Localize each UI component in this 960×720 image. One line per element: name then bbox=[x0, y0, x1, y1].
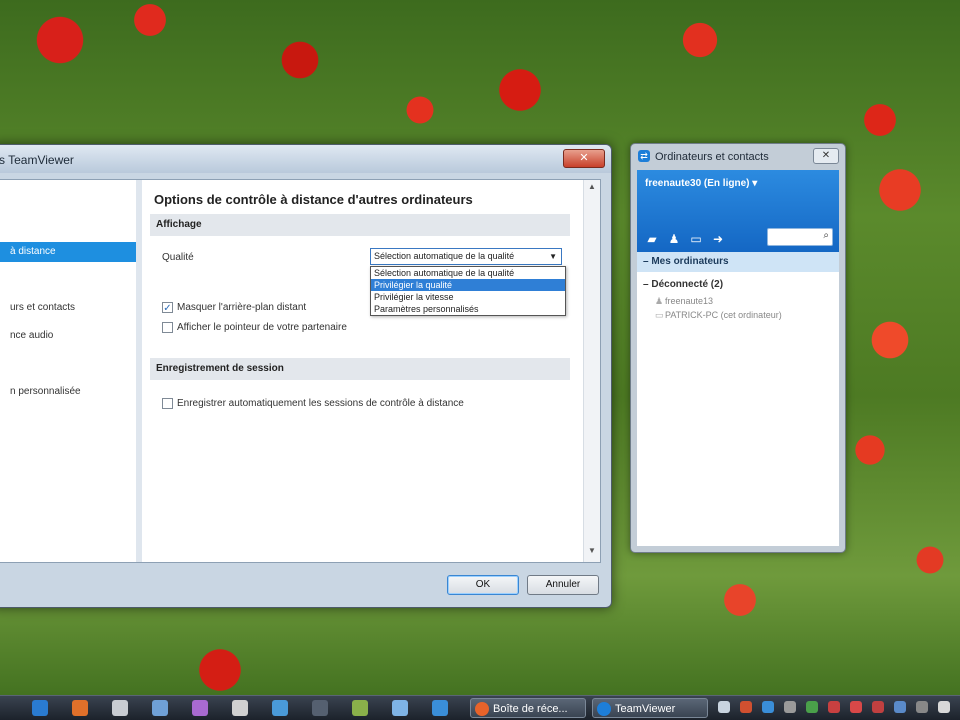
quality-select-value: Sélection automatique de la qualité bbox=[374, 251, 515, 261]
connect-arrow-icon[interactable]: ➜ bbox=[711, 232, 725, 246]
show-pointer-checkbox[interactable] bbox=[162, 322, 173, 333]
taskbar-task-label: TeamViewer bbox=[615, 703, 676, 715]
options-window: s TeamViewer ✕ à distance urs et contact… bbox=[0, 144, 612, 608]
window-titlebar[interactable]: s TeamViewer ✕ bbox=[0, 145, 611, 173]
nav-item-computers-contacts[interactable]: urs et contacts bbox=[0, 298, 136, 318]
close-icon[interactable]: ✕ bbox=[563, 149, 605, 168]
tray-icon[interactable] bbox=[850, 701, 862, 713]
app-icon[interactable] bbox=[392, 700, 408, 716]
mail-app-icon bbox=[475, 702, 489, 716]
cancel-button[interactable]: Annuler bbox=[527, 575, 599, 595]
quality-option-quality[interactable]: Privilégier la qualité bbox=[371, 279, 565, 291]
panel-close-icon[interactable]: ✕ bbox=[813, 148, 839, 164]
app-icon[interactable] bbox=[272, 700, 288, 716]
taskbar-task-mail[interactable]: Boîte de réce... bbox=[470, 698, 586, 718]
app-icon[interactable] bbox=[312, 700, 328, 716]
my-computers-header[interactable]: – Mes ordinateurs bbox=[637, 252, 839, 272]
hide-wallpaper-row[interactable]: ✓ Masquer l'arrière-plan distant bbox=[162, 302, 307, 314]
hide-wallpaper-checkbox[interactable]: ✓ bbox=[162, 302, 173, 314]
add-group-icon[interactable]: ▰ bbox=[645, 232, 659, 246]
page-title: Options de contrôle à distance d'autres … bbox=[154, 192, 473, 207]
tray-icon[interactable] bbox=[916, 701, 928, 713]
window-body: à distance urs et contacts nce audio n p… bbox=[0, 179, 601, 563]
add-computer-icon[interactable]: ▭ bbox=[689, 232, 703, 246]
auto-record-checkbox[interactable] bbox=[162, 398, 173, 409]
tray-icon[interactable] bbox=[828, 701, 840, 713]
tray-icon[interactable] bbox=[872, 701, 884, 713]
computer-icon: ▭ bbox=[655, 310, 664, 320]
window-title: s TeamViewer bbox=[0, 153, 74, 167]
tray-icon[interactable] bbox=[894, 701, 906, 713]
content-scrollbar[interactable]: ▲ ▼ bbox=[583, 180, 600, 562]
tray-icon[interactable] bbox=[784, 701, 796, 713]
taskbar-task-teamviewer[interactable]: TeamViewer bbox=[592, 698, 708, 718]
panel-toolbar: ▰ ♟ ▭ ➜ ⌕ bbox=[637, 222, 839, 252]
ok-button[interactable]: OK bbox=[447, 575, 519, 595]
quality-option-speed[interactable]: Privilégier la vitesse bbox=[371, 291, 565, 303]
options-content: Options de contrôle à distance d'autres … bbox=[144, 180, 600, 562]
auto-record-row[interactable]: Enregistrer automatiquement les sessions… bbox=[162, 398, 464, 409]
quality-dropdown-list: Sélection automatique de la qualité Priv… bbox=[370, 266, 566, 316]
contacts-panel: ⇄ Ordinateurs et contacts ✕ freenaute30 … bbox=[630, 143, 846, 553]
quality-option-custom[interactable]: Paramètres personnalisés bbox=[371, 303, 565, 315]
app-icon[interactable] bbox=[192, 700, 208, 716]
tray-icon[interactable] bbox=[762, 701, 774, 713]
scroll-down-icon[interactable]: ▼ bbox=[584, 546, 600, 560]
explorer-icon[interactable] bbox=[152, 700, 168, 716]
panel-title: Ordinateurs et contacts bbox=[655, 151, 769, 163]
hide-wallpaper-label: Masquer l'arrière-plan distant bbox=[177, 302, 307, 313]
tray-icon[interactable] bbox=[740, 701, 752, 713]
auto-record-label: Enregistrer automatiquement les sessions… bbox=[177, 398, 464, 409]
teamviewer-logo-icon: ⇄ bbox=[638, 150, 650, 162]
nav-item-audio-conference[interactable]: nce audio bbox=[0, 326, 136, 346]
offline-group-label: Déconnecté (2) bbox=[651, 279, 724, 290]
show-pointer-label: Afficher le pointeur de votre partenaire bbox=[177, 322, 347, 333]
panel-titlebar[interactable]: ⇄ Ordinateurs et contacts ✕ bbox=[631, 144, 845, 168]
scroll-up-icon[interactable]: ▲ bbox=[584, 182, 600, 196]
user-status-menu[interactable]: freenaute30 (En ligne) ▾ bbox=[645, 178, 757, 189]
contact-label: freenaute13 bbox=[665, 296, 714, 306]
chevron-down-icon[interactable]: ▼ bbox=[549, 249, 557, 264]
display-section-header: Affichage bbox=[150, 214, 570, 236]
nav-item-remote-control[interactable]: à distance bbox=[0, 242, 136, 262]
nav-item-custom-invitation[interactable]: n personnalisée bbox=[0, 382, 136, 402]
taskbar-task-label: Boîte de réce... bbox=[493, 703, 568, 715]
panel-header: freenaute30 (En ligne) ▾ ▰ ♟ ▭ ➜ ⌕ bbox=[637, 170, 839, 252]
offline-group: – Déconnecté (2) ♟ freenaute13 ▭ PATRICK-P… bbox=[637, 276, 839, 322]
teamviewer-app-icon bbox=[597, 702, 611, 716]
search-icon[interactable]: ⌕ bbox=[823, 230, 829, 241]
quality-option-auto[interactable]: Sélection automatique de la qualité bbox=[371, 267, 565, 279]
ie-icon[interactable] bbox=[32, 700, 48, 716]
app-icon[interactable] bbox=[432, 700, 448, 716]
quality-select[interactable]: Sélection automatique de la qualité ▼ bbox=[370, 248, 562, 265]
tray-icon[interactable] bbox=[938, 701, 950, 713]
options-nav: à distance urs et contacts nce audio n p… bbox=[0, 180, 136, 562]
firefox-icon[interactable] bbox=[72, 700, 88, 716]
contact-item[interactable]: ♟ freenaute13 bbox=[643, 294, 839, 308]
tray-icon[interactable] bbox=[806, 701, 818, 713]
document-icon[interactable] bbox=[112, 700, 128, 716]
my-computers-label: Mes ordinateurs bbox=[651, 256, 729, 267]
contacts-search-input[interactable]: ⌕ bbox=[767, 228, 833, 246]
nav-divider bbox=[136, 180, 142, 562]
tray-icon[interactable] bbox=[718, 701, 730, 713]
app-icon[interactable] bbox=[232, 700, 248, 716]
offline-group-title[interactable]: – Déconnecté (2) bbox=[643, 276, 839, 294]
contact-label: PATRICK-PC (cet ordinateur) bbox=[665, 310, 782, 320]
session-section-header: Enregistrement de session bbox=[150, 358, 570, 380]
add-contact-icon[interactable]: ♟ bbox=[667, 232, 681, 246]
panel-body: freenaute30 (En ligne) ▾ ▰ ♟ ▭ ➜ ⌕ – Mes… bbox=[637, 170, 839, 546]
quality-label: Qualité bbox=[162, 252, 194, 263]
taskbar: Boîte de réce... TeamViewer bbox=[0, 695, 960, 720]
contact-item[interactable]: ▭ PATRICK-PC (cet ordinateur) bbox=[643, 308, 839, 322]
user-status-label: freenaute30 (En ligne) bbox=[645, 178, 750, 189]
contact-person-icon: ♟ bbox=[655, 296, 664, 306]
app-icon[interactable] bbox=[352, 700, 368, 716]
show-pointer-row[interactable]: Afficher le pointeur de votre partenaire bbox=[162, 322, 347, 333]
